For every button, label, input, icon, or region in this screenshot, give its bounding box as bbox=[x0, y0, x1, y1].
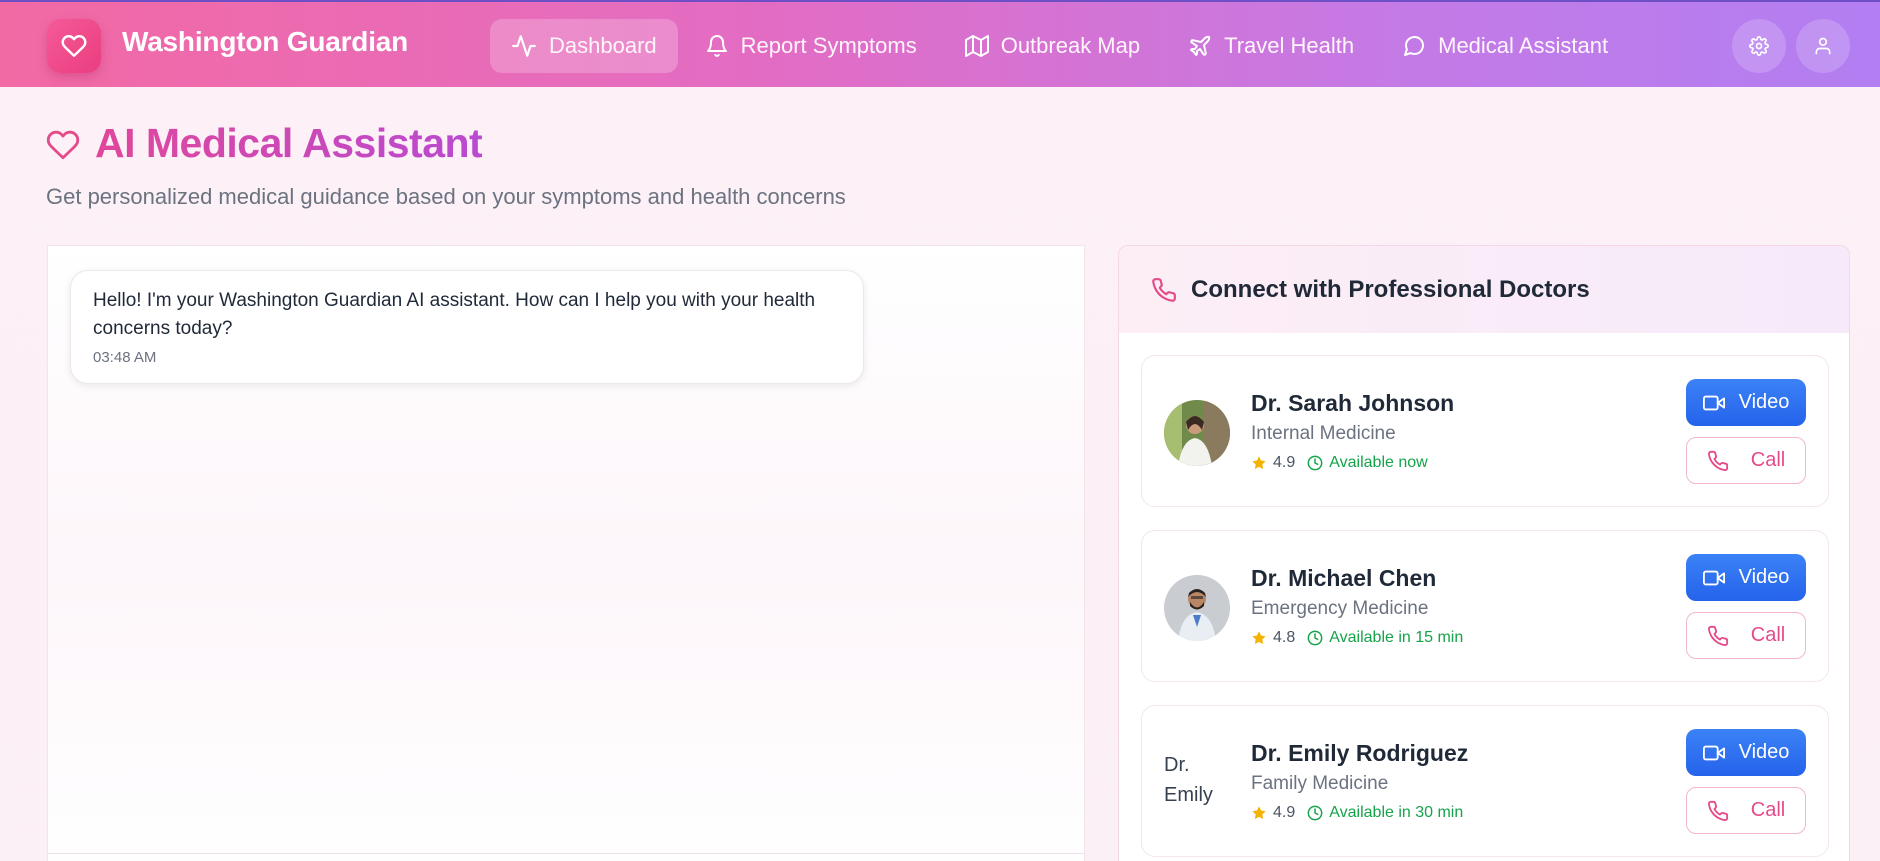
video-call-button[interactable]: Video bbox=[1686, 379, 1806, 426]
doctor-avatar bbox=[1164, 575, 1230, 641]
phone-call-button[interactable]: Call bbox=[1686, 612, 1806, 659]
video-icon bbox=[1702, 395, 1725, 410]
doctor-name: Dr. Michael Chen bbox=[1251, 565, 1437, 591]
doctor-availability: Available in 30 min bbox=[1329, 804, 1464, 821]
doctor-avatar bbox=[1164, 400, 1230, 466]
star-icon bbox=[1252, 456, 1266, 469]
chat-divider bbox=[48, 853, 1084, 854]
phone-call-button[interactable]: Call bbox=[1686, 787, 1806, 834]
video-button-label: Video bbox=[1738, 741, 1790, 763]
doctor-avatar-broken-image: Dr. Emily bbox=[1164, 750, 1230, 816]
doctor-availability: Available now bbox=[1329, 454, 1428, 471]
doctor-card: Dr. Sarah Johnson Internal Medicine 4.9 … bbox=[1141, 355, 1829, 507]
star-icon bbox=[1252, 806, 1266, 819]
phone-icon bbox=[1707, 450, 1728, 471]
clock-icon bbox=[1307, 805, 1323, 821]
user-profile-button[interactable] bbox=[1796, 19, 1850, 73]
brand-logo[interactable] bbox=[47, 19, 101, 73]
phone-icon bbox=[1707, 625, 1728, 646]
phone-icon bbox=[1152, 277, 1176, 302]
doctor-name: Dr. Emily Rodriguez bbox=[1251, 740, 1469, 766]
nav-medical-assistant-label: Medical Assistant bbox=[1438, 33, 1609, 58]
call-button-label: Call bbox=[1750, 624, 1786, 646]
clock-icon bbox=[1307, 455, 1323, 471]
video-button-label: Video bbox=[1738, 566, 1790, 588]
call-button-label: Call bbox=[1750, 449, 1786, 471]
doctor-meta: 4.9 Available now bbox=[1251, 454, 1428, 472]
doctor-rating: 4.9 bbox=[1273, 804, 1296, 821]
brand-name[interactable]: Washington Guardian bbox=[122, 26, 408, 58]
main-nav: Dashboard Report Symptoms Outbreak Map T… bbox=[490, 19, 1629, 73]
avatar-alt-text: Dr. Emily bbox=[1164, 754, 1213, 806]
nav-outbreak-map[interactable]: Outbreak Map bbox=[944, 19, 1161, 73]
doctor-availability: Available in 15 min bbox=[1329, 629, 1464, 646]
bell-icon bbox=[706, 35, 727, 57]
nav-travel-health-label: Travel Health bbox=[1224, 33, 1355, 58]
star-icon bbox=[1252, 631, 1266, 644]
nav-dashboard[interactable]: Dashboard bbox=[490, 19, 678, 73]
doctors-panel: Connect with Professional Doctors Dr. Sa… bbox=[1118, 245, 1850, 861]
top-navigation-bar: Washington Guardian Dashboard Report Sym… bbox=[0, 0, 1880, 87]
doctors-panel-title: Connect with Professional Doctors bbox=[1191, 275, 1590, 303]
user-icon bbox=[1815, 37, 1831, 55]
phone-call-button[interactable]: Call bbox=[1686, 437, 1806, 484]
message-text: Hello! I'm your Washington Guardian AI a… bbox=[93, 290, 816, 339]
call-button-label: Call bbox=[1750, 799, 1786, 821]
settings-button[interactable] bbox=[1732, 19, 1786, 73]
phone-icon bbox=[1707, 800, 1728, 821]
doctor-card: Dr. Emily Dr. Emily Rodriguez Family Med… bbox=[1141, 705, 1829, 857]
heart-icon bbox=[61, 35, 87, 57]
assistant-message: Hello! I'm your Washington Guardian AI a… bbox=[70, 270, 864, 384]
doctor-rating: 4.8 bbox=[1273, 629, 1296, 646]
doctor-meta: 4.8 Available in 15 min bbox=[1251, 629, 1463, 647]
video-button-label: Video bbox=[1738, 391, 1790, 413]
doctor-name: Dr. Sarah Johnson bbox=[1251, 390, 1455, 416]
nav-travel-health[interactable]: Travel Health bbox=[1167, 19, 1375, 73]
page-title: AI Medical Assistant bbox=[95, 120, 483, 166]
doctor-rating: 4.9 bbox=[1273, 454, 1296, 471]
doctor-specialty: Emergency Medicine bbox=[1251, 598, 1429, 619]
chat-panel: Hello! I'm your Washington Guardian AI a… bbox=[47, 245, 1085, 861]
video-icon bbox=[1702, 570, 1725, 585]
video-icon bbox=[1702, 745, 1725, 760]
message-timestamp: 03:48 AM bbox=[93, 349, 157, 366]
video-call-button[interactable]: Video bbox=[1686, 729, 1806, 776]
activity-icon bbox=[512, 35, 536, 57]
doctors-panel-header: Connect with Professional Doctors bbox=[1119, 246, 1849, 333]
clock-icon bbox=[1307, 630, 1323, 646]
nav-dashboard-label: Dashboard bbox=[549, 33, 657, 58]
heart-icon bbox=[46, 130, 80, 160]
page-subtitle: Get personalized medical guidance based … bbox=[46, 184, 846, 209]
nav-medical-assistant[interactable]: Medical Assistant bbox=[1381, 19, 1629, 73]
nav-report-symptoms[interactable]: Report Symptoms bbox=[684, 19, 938, 73]
message-circle-icon bbox=[1404, 35, 1425, 56]
map-icon bbox=[964, 35, 989, 57]
doctor-specialty: Internal Medicine bbox=[1251, 423, 1396, 444]
nav-report-symptoms-label: Report Symptoms bbox=[740, 33, 917, 58]
nav-outbreak-map-label: Outbreak Map bbox=[1000, 33, 1141, 58]
gear-icon bbox=[1749, 36, 1769, 56]
doctor-specialty: Family Medicine bbox=[1251, 773, 1389, 794]
doctor-meta: 4.9 Available in 30 min bbox=[1251, 804, 1463, 822]
plane-icon bbox=[1190, 35, 1211, 56]
doctor-card: Dr. Michael Chen Emergency Medicine 4.8 … bbox=[1141, 530, 1829, 682]
video-call-button[interactable]: Video bbox=[1686, 554, 1806, 601]
